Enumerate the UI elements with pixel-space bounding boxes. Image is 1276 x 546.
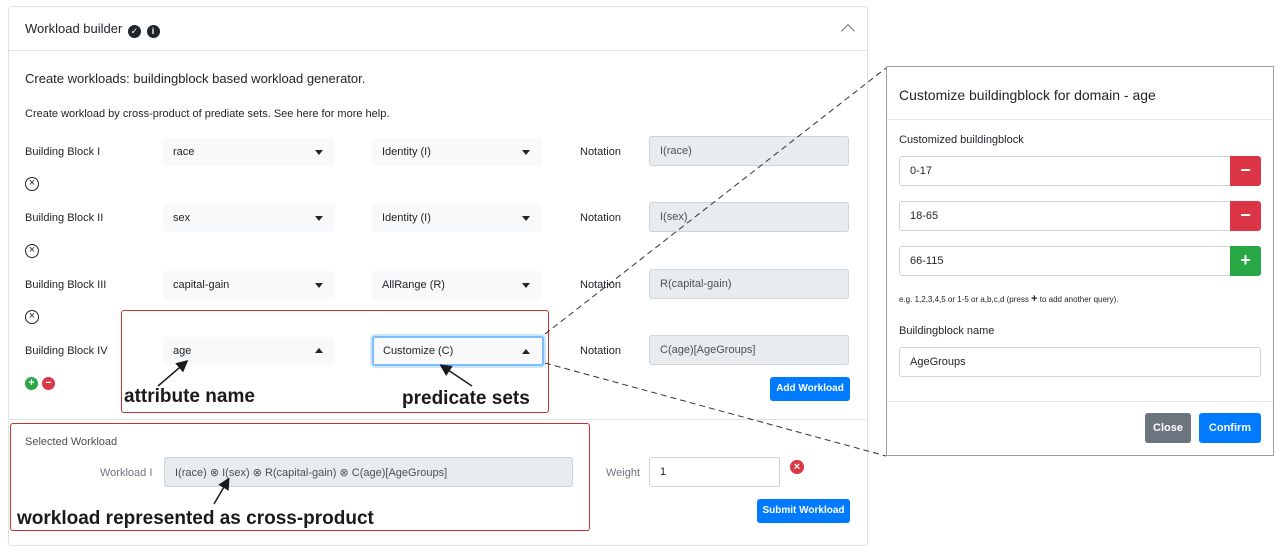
hint-suffix: to add another query). — [1039, 295, 1119, 304]
arrow-attribute — [157, 360, 189, 387]
block-entry-2[interactable]: 18-65 — [899, 201, 1231, 231]
arrow-cross-product — [213, 477, 230, 505]
hint-prefix: e.g. 1,2,3,4,5 or 1-5 or a,b,c,d (press — [899, 295, 1029, 304]
customized-label: Customized buildingblock — [899, 134, 1024, 146]
modal-header-divider — [887, 119, 1273, 120]
plus-icon: + — [1031, 293, 1038, 305]
customize-modal: Customize buildingblock for domain - age… — [886, 66, 1274, 456]
add-entry-button[interactable]: + — [1230, 246, 1261, 276]
buildingblock-name-input[interactable]: AgeGroups — [899, 347, 1261, 377]
block-entry-3[interactable]: 66-115 — [899, 246, 1231, 276]
name-label: Buildingblock name — [899, 325, 995, 337]
arrow-predicate — [439, 364, 473, 387]
remove-entry-button[interactable]: − — [1230, 201, 1261, 231]
modal-footer-divider — [887, 401, 1273, 402]
confirm-button[interactable]: Confirm — [1199, 413, 1261, 443]
entry-hint: e.g. 1,2,3,4,5 or 1-5 or a,b,c,d (press … — [899, 293, 1118, 305]
block-entry-1[interactable]: 0-17 — [899, 156, 1231, 186]
remove-entry-button[interactable]: − — [1230, 156, 1261, 186]
dashed-connector-top — [544, 67, 887, 335]
close-button[interactable]: Close — [1145, 413, 1191, 443]
modal-title: Customize buildingblock for domain - age — [899, 87, 1156, 103]
dashed-connector-bottom — [544, 362, 887, 457]
